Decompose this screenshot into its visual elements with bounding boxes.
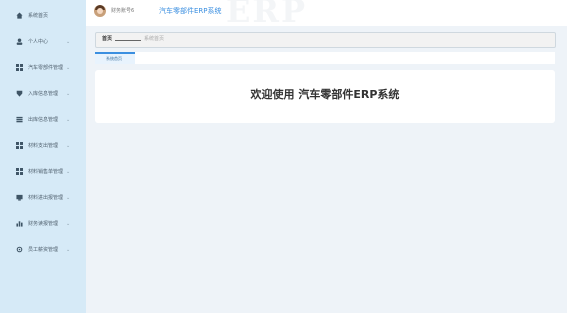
sidebar-item-label: 材料销售单管理 xyxy=(28,169,64,175)
sidebar-item-finance[interactable]: 财务读报管理 ⌄ xyxy=(0,215,86,233)
sidebar-item-payroll[interactable]: 员工薪资管理 ⌄ xyxy=(0,241,86,259)
sidebar-item-label: 入库信息管理 xyxy=(28,91,59,97)
sidebar-item-label: 汽车零部件管理 xyxy=(28,65,64,71)
box-icon xyxy=(16,194,23,201)
sidebar-item-profile[interactable]: 个人中心 ⌄ xyxy=(0,33,86,51)
sidebar-item-label: 出库信息管理 xyxy=(28,117,59,123)
sidebar-item-label: 材料支出管理 xyxy=(28,143,59,149)
shield-icon xyxy=(16,90,23,97)
chevron-down-icon: ⌄ xyxy=(66,221,71,227)
sidebar-item-parts[interactable]: 汽车零部件管理 ⌄ xyxy=(0,59,86,77)
welcome-card: 欢迎使用 汽车零部件ERP系统 xyxy=(95,70,555,123)
sidebar-item-label: 财务读报管理 xyxy=(28,221,59,227)
user-icon xyxy=(16,38,23,45)
tab-bar: 系统首页 xyxy=(95,52,555,64)
avatar[interactable] xyxy=(94,5,106,17)
chevron-down-icon: ⌄ xyxy=(66,91,71,97)
chevron-down-icon: ⌄ xyxy=(66,117,71,123)
welcome-text: 欢迎使用 汽车零部件ERP系统 xyxy=(250,88,400,101)
chevron-down-icon: ⌄ xyxy=(66,169,71,175)
stack-icon xyxy=(16,116,23,123)
breadcrumb-current: 系统首页 xyxy=(144,36,165,42)
chevron-down-icon: ⌄ xyxy=(66,39,71,45)
sidebar-item-label: 材料进出报管理 xyxy=(28,195,64,201)
grid-icon xyxy=(16,168,23,175)
header-watermark: ERP xyxy=(226,0,308,26)
sidebar-item-material-report[interactable]: 材料进出报管理 ⌄ xyxy=(0,189,86,207)
chevron-down-icon: ⌄ xyxy=(66,65,71,71)
sidebar-item-outbound[interactable]: 出库信息管理 ⌄ xyxy=(0,111,86,129)
breadcrumb: 首页 系统首页 xyxy=(95,32,556,48)
sidebar-item-label: 系统首页 xyxy=(28,13,49,19)
gear-icon xyxy=(16,246,23,253)
sidebar-item-label: 个人中心 xyxy=(28,39,49,45)
sidebar-item-home[interactable]: 系统首页 xyxy=(0,7,86,25)
grid-icon xyxy=(16,64,23,71)
sidebar-item-material-sales[interactable]: 材料销售单管理 ⌄ xyxy=(0,163,86,181)
chevron-down-icon: ⌄ xyxy=(66,195,71,201)
sidebar-item-material-expense[interactable]: 材料支出管理 ⌄ xyxy=(0,137,86,155)
sidebar-item-inbound[interactable]: 入库信息管理 ⌄ xyxy=(0,85,86,103)
avatar-face xyxy=(97,8,103,14)
tab-label: 系统首页 xyxy=(106,56,122,61)
bar-chart-icon xyxy=(16,221,23,227)
chevron-down-icon: ⌄ xyxy=(66,143,71,149)
breadcrumb-separator xyxy=(115,40,141,41)
chevron-down-icon: ⌄ xyxy=(66,247,71,253)
user-name[interactable]: 财务账号6 xyxy=(111,8,134,15)
tab-home[interactable]: 系统首页 xyxy=(95,52,135,64)
sidebar: 系统首页 个人中心 ⌄ 汽车零部件管理 ⌄ 入库信息管理 ⌄ 出库信息管理 ⌄ … xyxy=(0,0,86,313)
breadcrumb-home[interactable]: 首页 xyxy=(102,36,112,43)
app-title: 汽车零部件ERP系统 xyxy=(159,7,222,15)
grid-icon xyxy=(16,142,23,149)
home-icon xyxy=(16,12,23,19)
sidebar-item-label: 员工薪资管理 xyxy=(28,247,59,253)
top-header: ERP 财务账号6 汽车零部件ERP系统 xyxy=(86,0,567,26)
